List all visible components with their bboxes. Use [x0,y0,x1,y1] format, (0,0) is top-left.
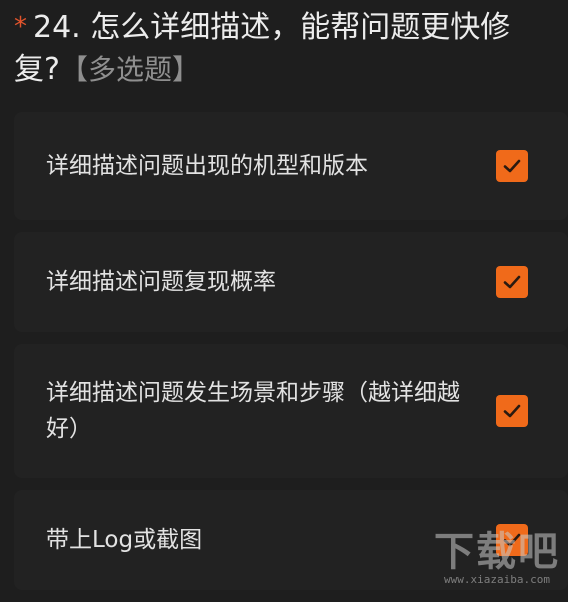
check-icon [503,159,521,173]
option-label: 带上Log或截图 [46,527,203,553]
option-label: 详细描述问题发生场景和步骤（越详细越好） [46,380,460,442]
checkbox-checked[interactable] [496,266,528,298]
check-icon [503,275,521,289]
watermark-url: www.xiazaiba.com [444,573,550,586]
question-header: * 24. 怎么详细描述，能帮问题更快修复?【多选题】 [14,6,544,91]
watermark: 下载吧 www.xiazaiba.com [434,530,560,586]
required-marker: * [14,12,27,42]
checkbox-checked[interactable] [496,150,528,182]
option-label: 详细描述问题出现的机型和版本 [46,153,368,179]
option-reproduce-probability[interactable]: 详细描述问题复现概率 [14,232,568,332]
question-type-label: 【多选题】 [59,53,200,86]
option-scenario-steps[interactable]: 详细描述问题发生场景和步骤（越详细越好） [14,344,568,478]
option-device-model-version[interactable]: 详细描述问题出现的机型和版本 [14,112,568,220]
option-label: 详细描述问题复现概率 [46,269,276,295]
check-icon [503,404,521,418]
checkbox-checked[interactable] [496,395,528,427]
watermark-logo: 下载吧 [434,529,560,575]
